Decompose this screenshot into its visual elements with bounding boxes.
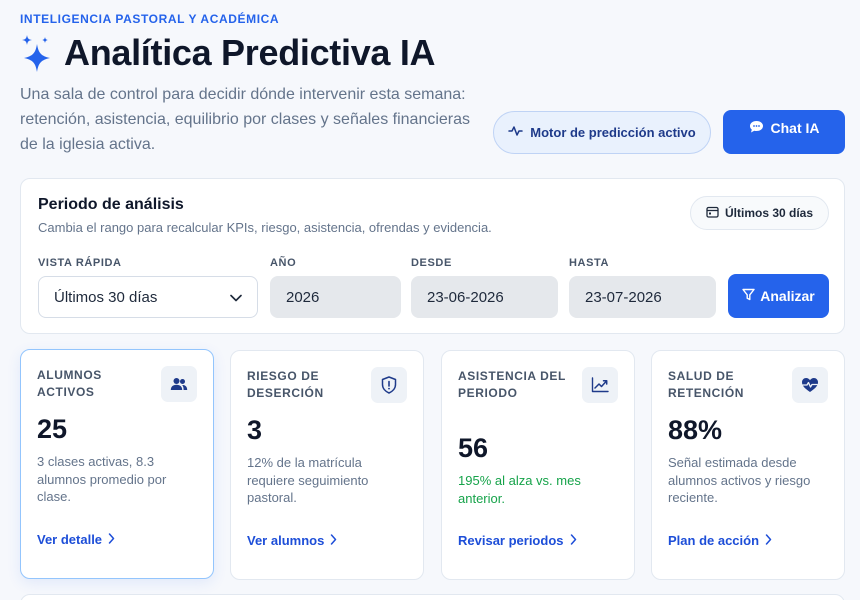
trending-up-icon — [582, 367, 618, 403]
kpi-value: 3 — [247, 415, 263, 445]
engine-status-button[interactable]: Motor de predicción activo — [493, 111, 711, 154]
kpi-note: 12% de la matrícula requiere seguimiento… — [247, 455, 369, 505]
activity-icon — [508, 125, 524, 140]
kpi-value: 88% — [668, 415, 723, 445]
chevron-right-icon — [765, 533, 772, 548]
revisar-periodos-link[interactable]: Revisar periodos — [458, 533, 577, 548]
to-label: HASTA — [569, 257, 610, 269]
year-label: AÑO — [270, 257, 297, 269]
chat-ia-button[interactable]: Chat IA — [723, 110, 845, 154]
next-section-card — [20, 594, 845, 600]
chevron-right-icon — [330, 533, 337, 548]
chat-ia-label: Chat IA — [770, 120, 820, 136]
heart-pulse-icon — [792, 367, 828, 403]
plan-de-accion-link[interactable]: Plan de acción — [668, 533, 772, 548]
chevron-right-icon — [570, 533, 577, 548]
chevron-down-icon — [230, 289, 242, 306]
kpi-note: Señal estimada desde alumnos activos y r… — [668, 455, 811, 505]
kpi-link-label: Revisar periodos — [458, 533, 564, 548]
kpi-card-alumnos-activos[interactable]: ALUMNOS ACTIVOS 25 3 clases activas, 8.3… — [20, 349, 214, 579]
quick-view-value: Últimos 30 días — [54, 288, 158, 306]
ver-alumnos-link[interactable]: Ver alumnos — [247, 533, 337, 548]
range-chip-label: Últimos 30 días — [724, 206, 814, 220]
kpi-label: ALUMNOS ACTIVOS — [37, 368, 102, 399]
kpi-link-label: Ver detalle — [37, 532, 103, 547]
title-row: Analítica Predictiva IA — [20, 32, 436, 74]
range-chip[interactable]: Últimos 30 días — [690, 196, 829, 230]
quick-view-label: VISTA RÁPIDA — [38, 257, 122, 269]
chat-icon — [749, 120, 764, 137]
period-description: Cambia el rango para recalcular KPIs, ri… — [38, 220, 492, 235]
period-card: Periodo de análisis Cambia el rango para… — [20, 178, 845, 334]
users-icon — [161, 366, 197, 402]
kpi-label: ASISTENCIA DEL PERIODO — [458, 369, 566, 400]
kpi-link-label: Ver alumnos — [247, 533, 325, 548]
engine-status-label: Motor de predicción activo — [530, 125, 696, 140]
kpi-card-riesgo-desercion[interactable]: RIESGO DE DESERCIÓN 3 12% de la matrícul… — [230, 350, 424, 580]
from-label: DESDE — [411, 257, 452, 269]
kpi-value: 56 — [458, 433, 489, 463]
kpi-label: SALUD DE RETENCIÓN — [668, 369, 745, 400]
kpi-note: 3 clases activas, 8.3 alumnos promedio p… — [37, 454, 167, 504]
kpi-link-label: Plan de acción — [668, 533, 760, 548]
year-field[interactable]: 2026 — [270, 276, 401, 318]
to-date-field[interactable]: 23-07-2026 — [569, 276, 716, 318]
eyebrow-label: INTELIGENCIA PASTORAL Y ACADÉMICA — [20, 12, 280, 26]
kpi-card-asistencia-periodo[interactable]: ASISTENCIA DEL PERIODO 56 195% al alza v… — [441, 350, 635, 580]
quick-view-select[interactable]: Últimos 30 días — [38, 276, 258, 318]
chevron-right-icon — [108, 532, 115, 547]
kpi-label: RIESGO DE DESERCIÓN — [247, 369, 324, 400]
kpi-card-salud-retencion[interactable]: SALUD DE RETENCIÓN 88% Señal estimada de… — [651, 350, 845, 580]
to-date-value: 23-07-2026 — [585, 288, 662, 306]
page-title: Analítica Predictiva IA — [64, 32, 436, 73]
from-date-value: 23-06-2026 — [427, 288, 504, 306]
year-value: 2026 — [286, 288, 320, 306]
sparkles-icon — [20, 34, 52, 72]
kpi-value: 25 — [37, 414, 68, 444]
period-title: Periodo de análisis — [38, 196, 184, 213]
analyze-label: Analizar — [760, 288, 815, 304]
page-subtitle: Una sala de control para decidir dónde i… — [20, 86, 471, 153]
shield-alert-icon — [371, 367, 407, 403]
calendar-icon — [706, 206, 719, 221]
ver-detalle-link[interactable]: Ver detalle — [37, 532, 115, 547]
kpi-note: 195% al alza vs. mes anterior. — [458, 473, 581, 506]
from-date-field[interactable]: 23-06-2026 — [411, 276, 558, 318]
filter-icon — [742, 288, 755, 304]
analyze-button[interactable]: Analizar — [728, 274, 829, 318]
